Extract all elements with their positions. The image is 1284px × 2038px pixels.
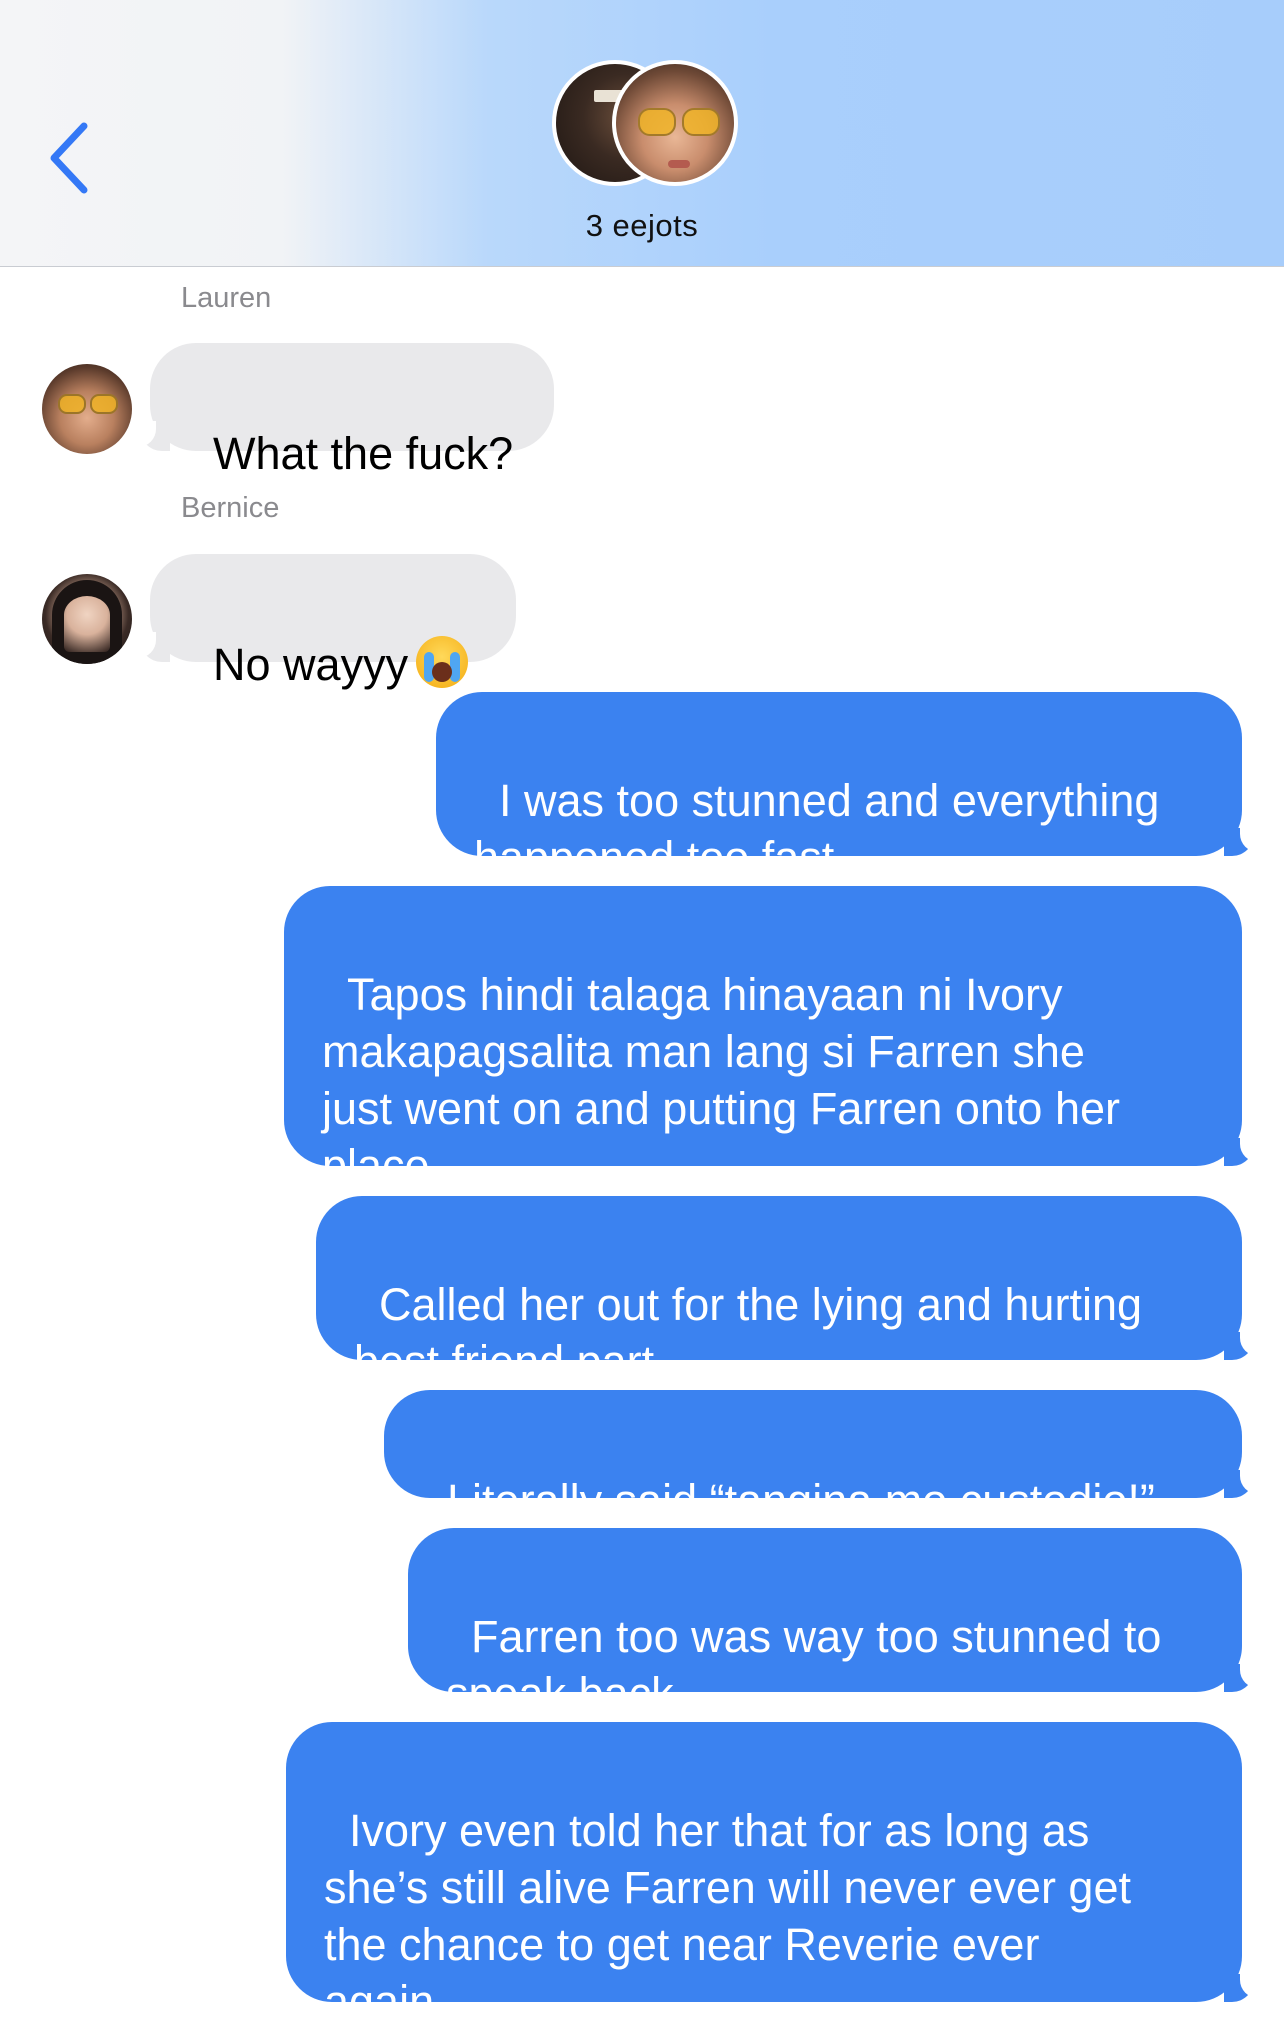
group-name[interactable]: 3 eejots [0,208,1284,244]
message-bubble[interactable]: Ivory even told her that for as long as … [286,1722,1242,2027]
avatar[interactable] [42,574,132,664]
message-text: I was too stunned and everything happene… [474,775,1160,883]
group-avatar-stack[interactable] [552,60,742,190]
conversation-header: 3 eejots [0,0,1284,267]
message-text: Farren too was way too stunned to speak … [446,1611,1162,1719]
avatar[interactable] [42,364,132,454]
message-bubble[interactable]: Literally said “tangina mo custodio!” [384,1390,1242,1526]
message-text: Called her out for the lying and hurting… [354,1279,1142,1387]
member-avatar [612,60,738,186]
message-bubble[interactable]: Tapos hindi talaga hinayaan ni Ivory mak… [284,886,1242,1191]
message-bubble[interactable]: Farren too was way too stunned to speak … [408,1528,1242,1719]
message-bubble[interactable]: Called her out for the lying and hurting… [316,1196,1242,1387]
message-bubble[interactable]: What the fuck? [150,343,554,479]
message-bubble[interactable]: I was too stunned and everything happene… [436,692,1242,883]
loudly-crying-face-emoji [416,636,469,688]
message-text: What the fuck? [213,428,514,479]
chevron-left-icon [50,122,88,194]
message-text: Ivory even told her that for as long as … [324,1805,1131,2027]
message-text: Literally said “tangina mo custodio!” [447,1475,1155,1526]
message-text: No wayyy [213,639,409,690]
sender-name: Lauren [181,282,272,314]
message-text: Tapos hindi talaga hinayaan ni Ivory mak… [322,969,1121,1191]
back-button[interactable] [40,118,100,198]
message-bubble[interactable]: No wayyy [150,554,516,690]
sender-name: Bernice [181,492,280,524]
